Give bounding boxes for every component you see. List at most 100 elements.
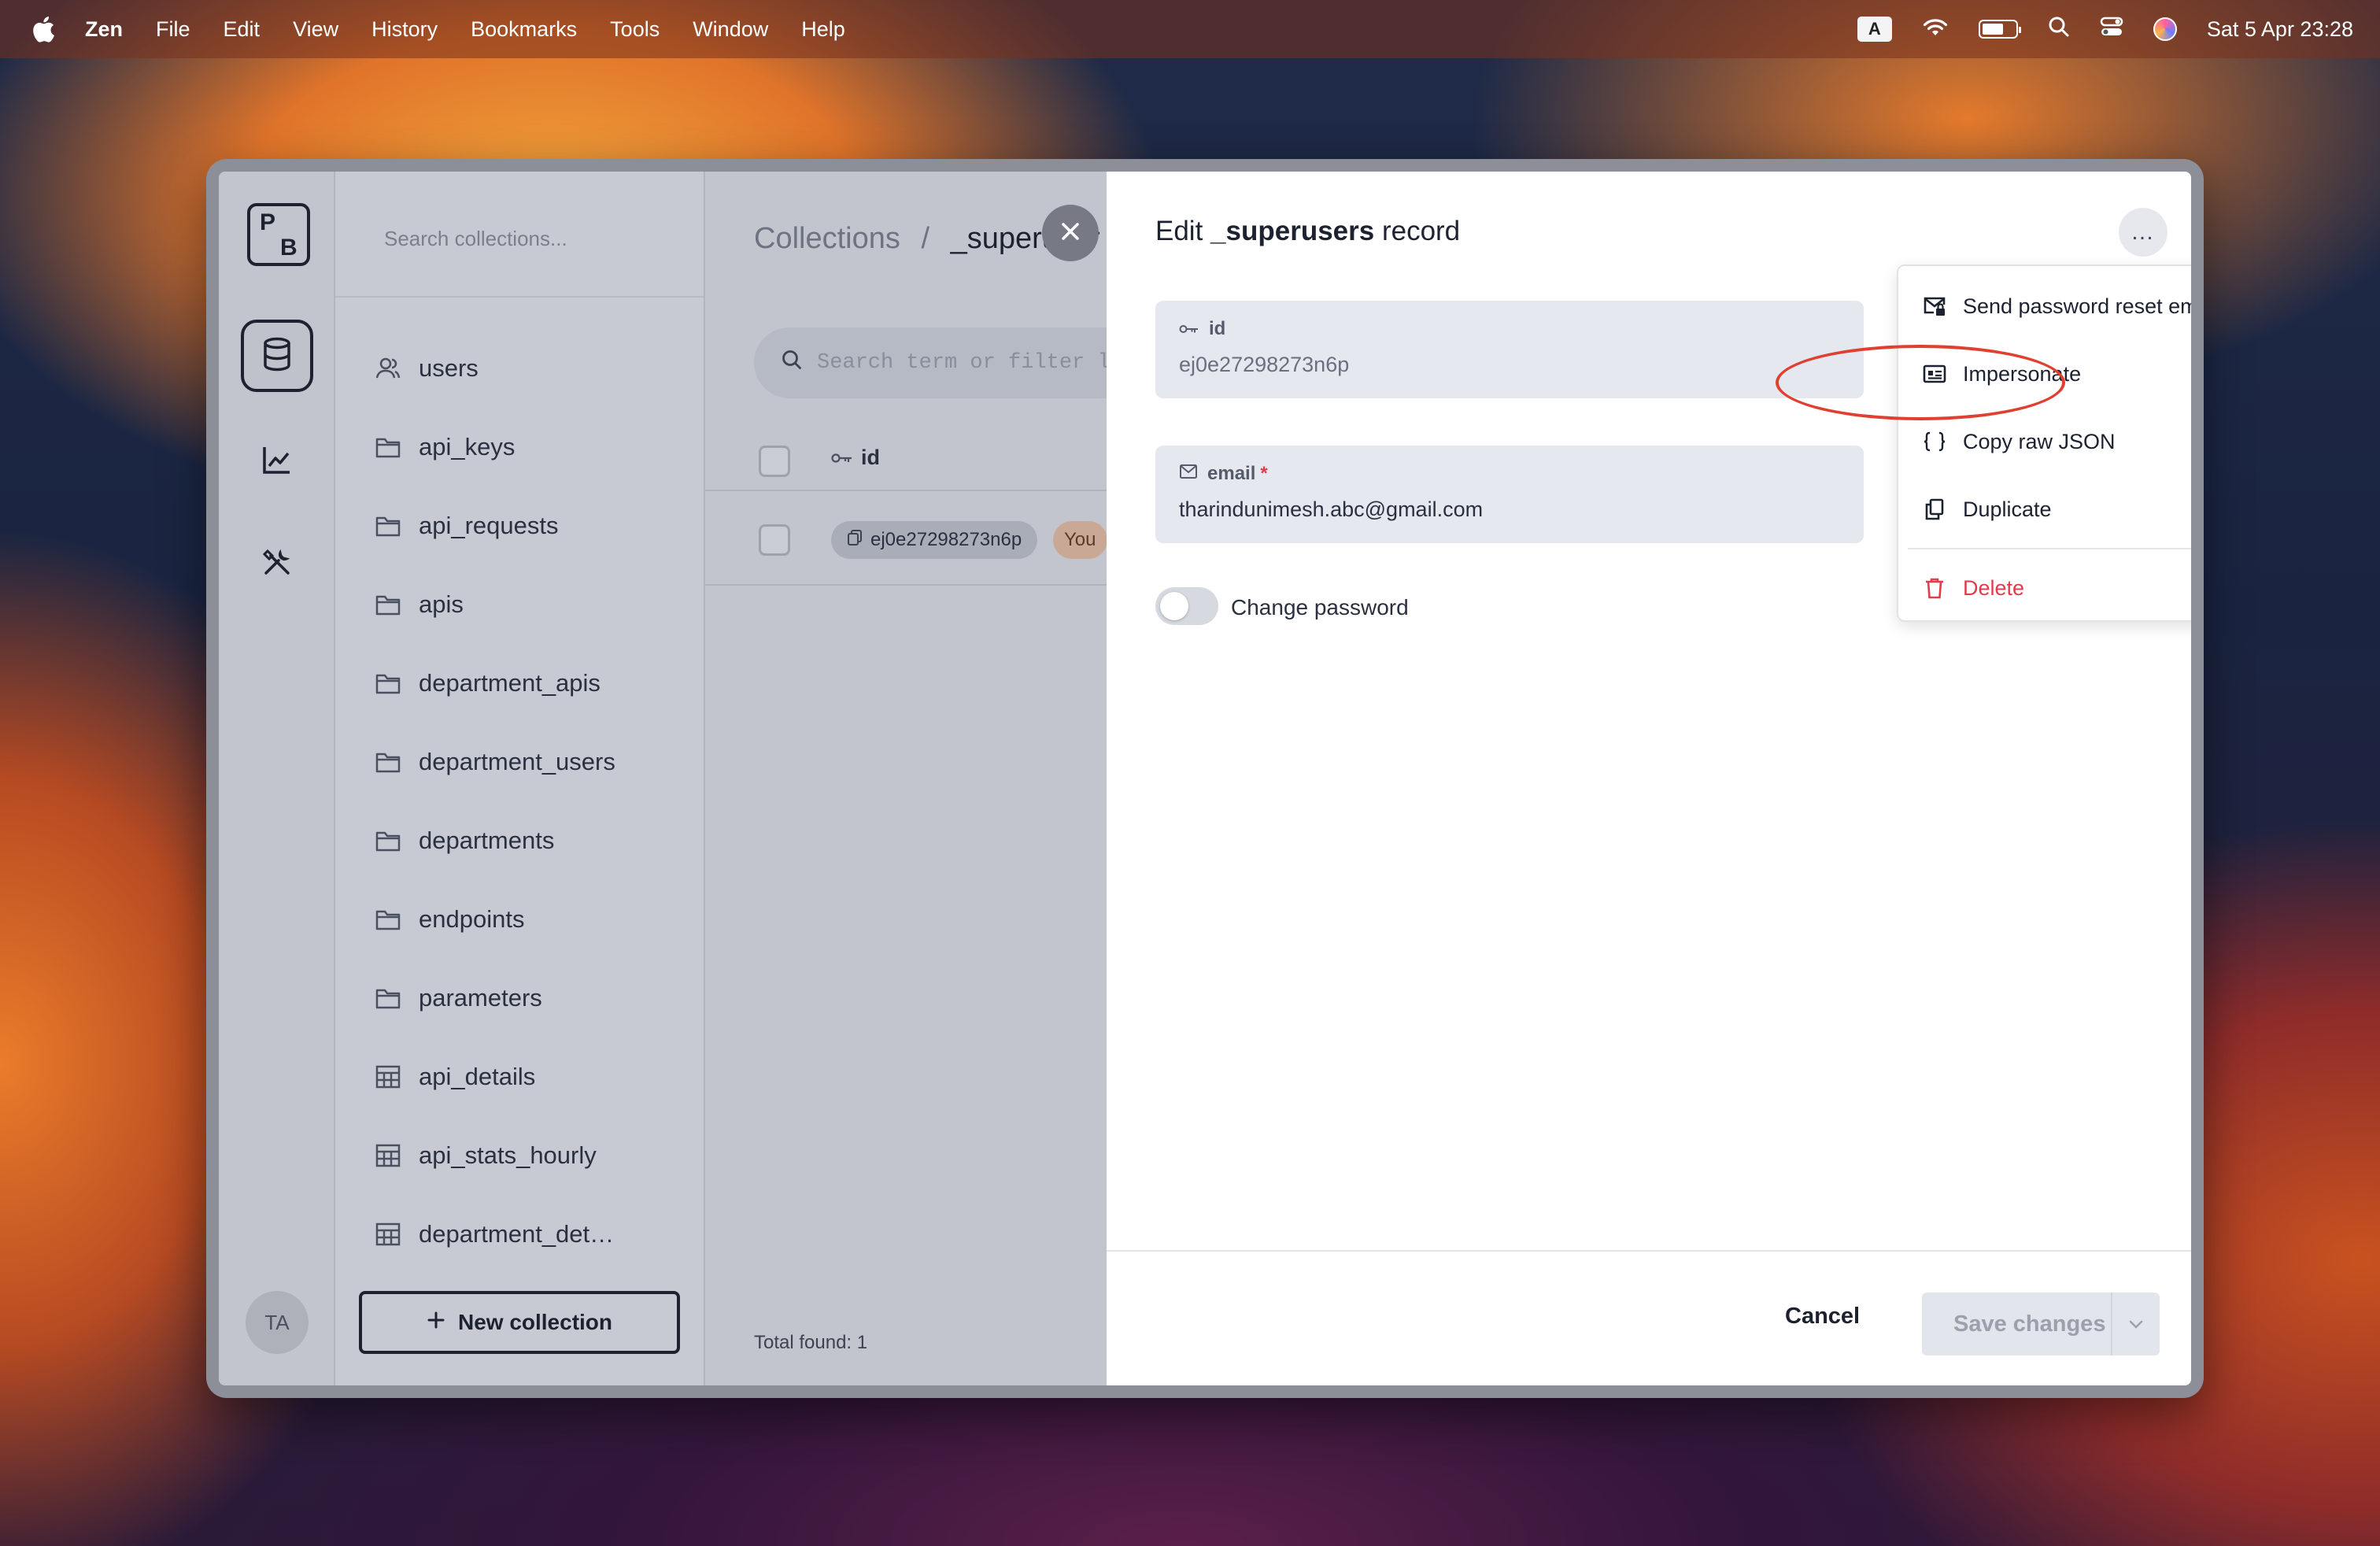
records-search-placeholder: Search term or filter li xyxy=(817,351,1123,375)
folder-icon xyxy=(375,512,401,539)
collection-label: api_details xyxy=(419,1063,536,1090)
database-icon xyxy=(261,337,293,375)
input-source-badge[interactable]: A xyxy=(1857,17,1892,42)
collection-item-api-keys[interactable]: api_keys xyxy=(375,408,689,486)
menu-view[interactable]: View xyxy=(293,17,338,42)
required-marker: * xyxy=(1260,463,1268,484)
collection-label: api_stats_hourly xyxy=(419,1141,597,1169)
select-all-checkbox[interactable] xyxy=(759,446,790,477)
collection-label: api_requests xyxy=(419,512,559,539)
settings-nav-button[interactable] xyxy=(241,527,313,600)
new-collection-button[interactable]: New collection xyxy=(359,1291,680,1354)
email-label-text: email xyxy=(1207,463,1256,484)
menu-item-duplicate[interactable]: Duplicate xyxy=(1898,475,2191,543)
menu-separator xyxy=(1908,548,2191,549)
menu-item-impersonate[interactable]: Impersonate xyxy=(1898,340,2191,408)
id-field-label: id xyxy=(1179,318,1840,340)
collection-item-api-details[interactable]: api_details xyxy=(375,1037,689,1116)
table-row[interactable]: ej0e27298273n6p You xyxy=(705,493,1107,586)
collection-item-endpoints[interactable]: endpoints xyxy=(375,880,689,959)
chevron-down-icon[interactable] xyxy=(2112,1319,2160,1330)
collection-item-api-requests[interactable]: api_requests xyxy=(375,486,689,565)
title-collection: _superusers xyxy=(1210,216,1375,246)
menu-item-copy-raw-json[interactable]: Copy raw JSON xyxy=(1898,408,2191,475)
change-password-label[interactable]: Change password xyxy=(1231,595,1409,620)
breadcrumb-root[interactable]: Collections xyxy=(754,222,900,255)
menu-item-send-password-reset[interactable]: Send password reset email xyxy=(1898,272,2191,340)
record-options-dropdown: Send password reset email Impersonate Co… xyxy=(1897,264,2191,622)
more-options-button[interactable]: … xyxy=(2119,208,2168,257)
collection-label: apis xyxy=(419,590,464,618)
battery-icon[interactable] xyxy=(1978,20,2021,39)
collection-label: department_apis xyxy=(419,669,601,697)
collection-item-parameters[interactable]: parameters xyxy=(375,959,689,1037)
records-search-input[interactable]: Search term or filter li xyxy=(754,327,1163,398)
wifi-icon[interactable] xyxy=(1922,17,1949,43)
collection-item-department-users[interactable]: department_users xyxy=(375,723,689,801)
search-icon[interactable] xyxy=(2048,16,2070,43)
control-center-icon[interactable] xyxy=(2100,16,2123,43)
siri-icon[interactable] xyxy=(2153,17,2177,41)
menu-bookmarks[interactable]: Bookmarks xyxy=(471,17,577,42)
records-table-header: id xyxy=(705,431,1107,491)
folder-icon xyxy=(375,906,401,933)
pocketbase-logo[interactable]: P B xyxy=(247,203,310,266)
user-avatar[interactable]: TA xyxy=(246,1291,309,1354)
save-changes-button[interactable]: Save changes xyxy=(1922,1293,2160,1356)
key-icon xyxy=(831,446,853,470)
line-chart-icon xyxy=(261,444,293,479)
collection-item-departments[interactable]: departments xyxy=(375,801,689,880)
cancel-button[interactable]: Cancel xyxy=(1785,1304,1860,1330)
breadcrumb-separator: / xyxy=(921,222,929,255)
collection-item-department-apis[interactable]: department_apis xyxy=(375,644,689,723)
search-icon xyxy=(781,349,803,378)
collection-item-users[interactable]: users xyxy=(375,329,689,408)
key-icon xyxy=(1179,318,1199,340)
row-checkbox[interactable] xyxy=(759,524,790,556)
menu-items: Zen File Edit View History Bookmarks Too… xyxy=(85,17,845,42)
collection-item-api-stats-hourly[interactable]: api_stats_hourly xyxy=(375,1116,689,1195)
collections-search-input[interactable]: Search collections... xyxy=(335,172,704,298)
browser-window: P B TA Search collections... users api_k… xyxy=(206,159,2204,1398)
column-header-id[interactable]: id xyxy=(831,446,880,470)
id-field[interactable]: id ej0e27298273n6p xyxy=(1155,301,1864,398)
table-icon xyxy=(375,1221,401,1248)
logo-letter-p: P xyxy=(260,209,276,235)
status-menus: A Sat 5 Apr 23:28 xyxy=(1857,0,2353,58)
folder-icon xyxy=(375,670,401,697)
close-panel-button[interactable] xyxy=(1042,205,1099,261)
table-icon xyxy=(375,1063,401,1090)
change-password-toggle[interactable] xyxy=(1155,587,1218,625)
menu-edit[interactable]: Edit xyxy=(224,17,261,42)
tools-icon xyxy=(261,546,293,582)
menu-help[interactable]: Help xyxy=(801,17,845,42)
collection-item-apis[interactable]: apis xyxy=(375,565,689,644)
panel-footer: Cancel Save changes xyxy=(1107,1250,2191,1385)
total-found: Total found: 1 xyxy=(754,1332,868,1353)
close-icon xyxy=(1059,220,1081,246)
logo-letter-b: B xyxy=(280,235,298,261)
collections-nav-button[interactable] xyxy=(241,320,313,392)
menu-tools[interactable]: Tools xyxy=(610,17,660,42)
record-id-pill[interactable]: ej0e27298273n6p xyxy=(831,521,1038,559)
plus-icon xyxy=(427,1310,445,1335)
clock-datetime[interactable]: Sat 5 Apr 23:28 xyxy=(2207,17,2353,42)
menu-app-name[interactable]: Zen xyxy=(85,17,123,42)
folder-icon xyxy=(375,591,401,618)
panel-title: Edit _superusers record xyxy=(1155,216,1460,247)
folder-icon xyxy=(375,985,401,1012)
menu-item-label: Delete xyxy=(1963,575,2025,600)
menu-file[interactable]: File xyxy=(156,17,190,42)
id-label-text: id xyxy=(1209,318,1226,339)
apple-icon[interactable] xyxy=(31,16,55,43)
collection-label: departments xyxy=(419,827,555,854)
email-field[interactable]: email * tharindunimesh.abc@gmail.com xyxy=(1155,446,1864,543)
menu-history[interactable]: History xyxy=(371,17,438,42)
id-field-value: ej0e27298273n6p xyxy=(1179,353,1350,376)
menu-item-delete[interactable]: Delete xyxy=(1898,554,2191,622)
menu-item-label: Send password reset email xyxy=(1963,294,2191,318)
logs-nav-button[interactable] xyxy=(241,425,313,497)
menu-window[interactable]: Window xyxy=(693,17,768,42)
collection-label: parameters xyxy=(419,984,542,1012)
collection-item-department-details[interactable]: department_det… xyxy=(375,1195,689,1274)
